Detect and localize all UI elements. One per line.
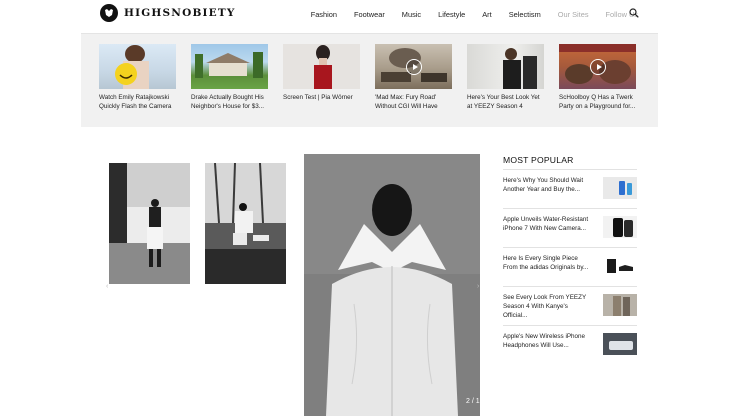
nav-selectism[interactable]: Selectism: [509, 10, 541, 19]
popular-item-thumbnail[interactable]: [603, 255, 637, 277]
nav-lifestyle[interactable]: Lifestyle: [438, 10, 465, 19]
trending-title[interactable]: ScHoolboy Q Has a Twerk Party on a Playg…: [559, 94, 636, 111]
trending-card[interactable]: Here's Your Best Look Yet at YEEZY Seaso…: [467, 44, 544, 111]
site-logo[interactable]: HIGHSNOBIETY: [100, 4, 236, 22]
trending-thumbnail[interactable]: [375, 44, 452, 89]
popular-item-title[interactable]: Here's Why You Should Wait Another Year …: [503, 176, 593, 194]
trending-strip: Watch Emily Ratajkowski Quickly Flash th…: [81, 33, 658, 127]
trending-card[interactable]: Drake Actually Bought His Neighbor's Hou…: [191, 44, 268, 111]
popular-item-title[interactable]: Apple's New Wireless iPhone Headphones W…: [503, 332, 593, 350]
play-icon[interactable]: [405, 58, 422, 75]
trending-title[interactable]: 'Mad Max: Fury Road' Without CGI Will Ha…: [375, 94, 452, 111]
trending-card[interactable]: Screen Test | Pia Wörner: [283, 44, 360, 103]
nav-fashion[interactable]: Fashion: [311, 10, 337, 19]
trending-card[interactable]: 'Mad Max: Fury Road' Without CGI Will Ha…: [375, 44, 452, 111]
gallery-next-arrow[interactable]: ›: [477, 283, 479, 290]
site-name: HIGHSNOBIETY: [124, 7, 236, 19]
play-icon[interactable]: [589, 58, 606, 75]
gallery-photo[interactable]: [205, 163, 286, 284]
popular-item-title[interactable]: See Every Look From YEEZY Season 4 With …: [503, 293, 593, 320]
trending-thumbnail[interactable]: [191, 44, 268, 89]
featured-photo[interactable]: 2 / 1: [304, 154, 480, 416]
most-popular-heading: MOST POPULAR: [503, 155, 574, 165]
main-nav: Fashion Footwear Music Lifestyle Art Sel…: [311, 10, 638, 19]
search-icon[interactable]: [629, 8, 639, 18]
popular-item-thumbnail[interactable]: [603, 333, 637, 355]
trending-card[interactable]: Watch Emily Ratajkowski Quickly Flash th…: [99, 44, 176, 111]
divider: [503, 247, 637, 248]
divider: [503, 169, 637, 170]
trending-title[interactable]: Watch Emily Ratajkowski Quickly Flash th…: [99, 94, 176, 111]
trending-title[interactable]: Here's Your Best Look Yet at YEEZY Seaso…: [467, 94, 544, 111]
nav-footwear[interactable]: Footwear: [354, 10, 385, 19]
gallery-photo[interactable]: [109, 163, 190, 284]
gallery-prev-arrow[interactable]: ‹: [106, 283, 108, 290]
popular-item-thumbnail[interactable]: [603, 177, 637, 199]
popular-item[interactable]: See Every Look From YEEZY Season 4 With …: [503, 291, 637, 325]
trending-thumbnail[interactable]: [559, 44, 636, 89]
trending-thumbnail[interactable]: [283, 44, 360, 89]
popular-item[interactable]: Here's Why You Should Wait Another Year …: [503, 174, 637, 208]
popular-item[interactable]: Apple's New Wireless iPhone Headphones W…: [503, 330, 637, 364]
divider: [503, 208, 637, 209]
nav-our-sites[interactable]: Our Sites: [558, 10, 589, 19]
trending-title[interactable]: Drake Actually Bought His Neighbor's Hou…: [191, 94, 268, 111]
trending-title[interactable]: Screen Test | Pia Wörner: [283, 94, 360, 103]
divider: [503, 325, 637, 326]
trending-thumbnail[interactable]: [467, 44, 544, 89]
popular-item-title[interactable]: Apple Unveils Water-Resistant iPhone 7 W…: [503, 215, 593, 233]
site-header: HIGHSNOBIETY Fashion Footwear Music Life…: [0, 0, 752, 32]
nav-music[interactable]: Music: [402, 10, 421, 19]
trending-thumbnail[interactable]: [99, 44, 176, 89]
nav-art[interactable]: Art: [482, 10, 491, 19]
popular-item[interactable]: Apple Unveils Water-Resistant iPhone 7 W…: [503, 213, 637, 247]
trending-card[interactable]: ScHoolboy Q Has a Twerk Party on a Playg…: [559, 44, 636, 111]
crest-icon: [100, 4, 118, 22]
gallery-counter: 2 / 1: [466, 398, 480, 405]
popular-item-title[interactable]: Here Is Every Single Piece From the adid…: [503, 254, 593, 272]
divider: [503, 286, 637, 287]
popular-item-thumbnail[interactable]: [603, 294, 637, 316]
popular-item[interactable]: Here Is Every Single Piece From the adid…: [503, 252, 637, 286]
popular-item-thumbnail[interactable]: [603, 216, 637, 238]
